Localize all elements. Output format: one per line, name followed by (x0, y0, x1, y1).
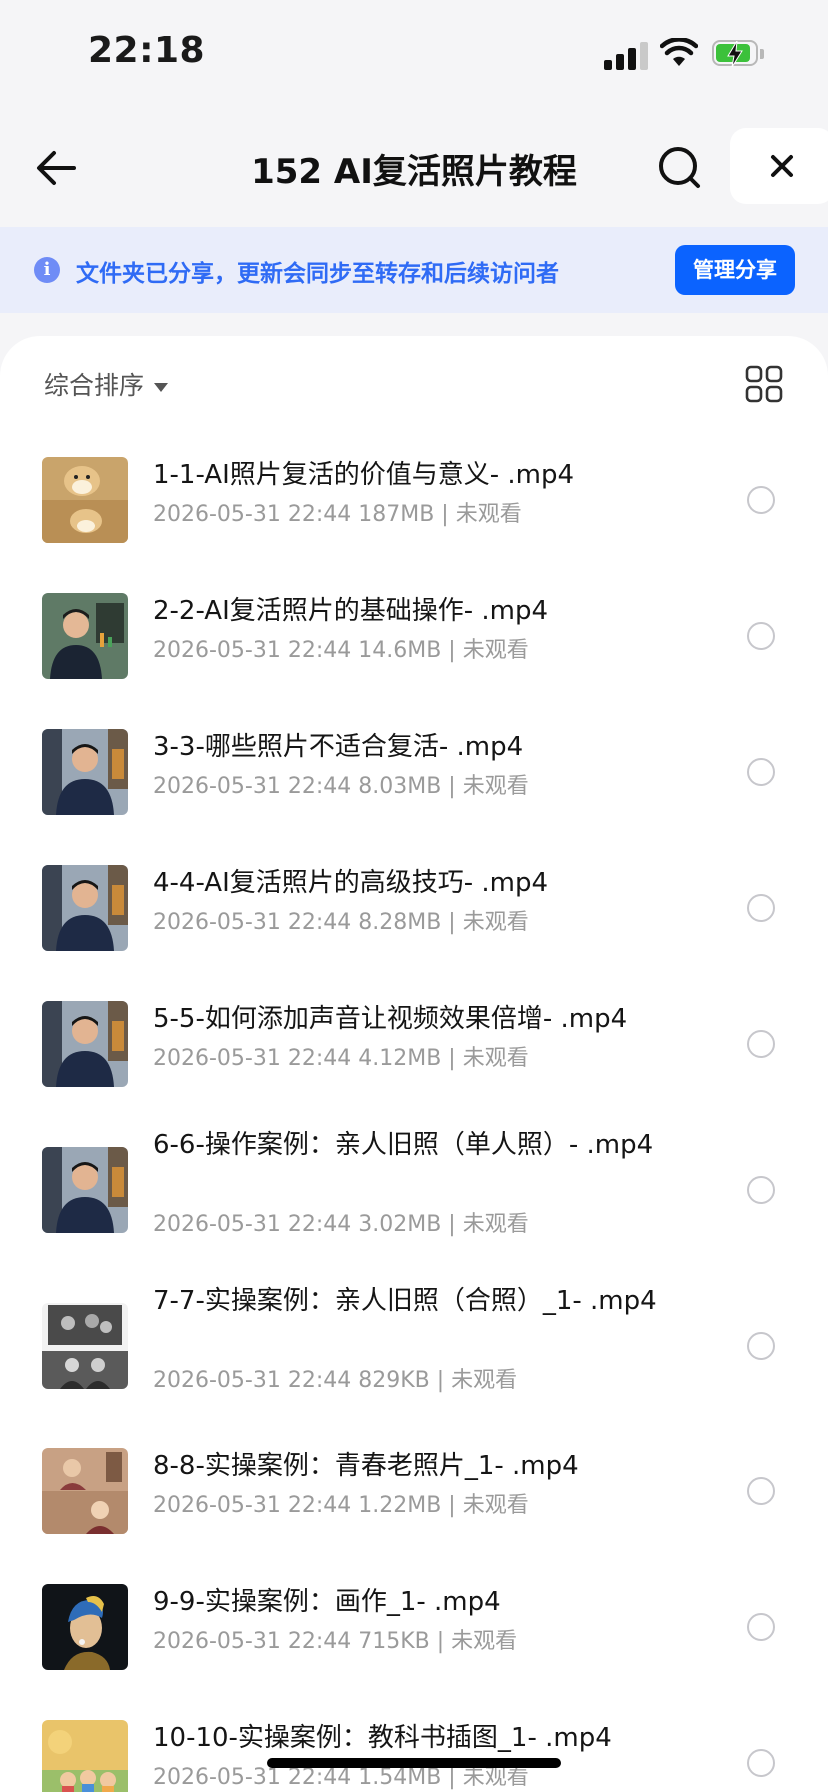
home-indicator (267, 1758, 561, 1768)
select-checkbox[interactable] (747, 758, 775, 786)
file-meta: 2026-05-31 22:44 4.12MB | 未观看 (153, 1046, 529, 1071)
select-checkbox[interactable] (747, 622, 775, 650)
file-row[interactable]: 8-8-实操案例：青春老照片_1- .mp4 2026-05-31 22:44 1… (0, 1423, 828, 1559)
file-row[interactable]: 4-4-AI复活照片的高级技巧- .mp4 2026-05-31 22:44 8.… (0, 840, 828, 976)
battery-charging-icon (712, 40, 764, 68)
search-button[interactable] (652, 140, 708, 196)
wifi-icon (660, 38, 698, 66)
caret-down-icon (154, 382, 169, 392)
file-name: 2-2-AI复活照片的基础操作- .mp4 (153, 596, 549, 626)
video-thumbnail (42, 1448, 128, 1534)
video-thumbnail (42, 1303, 128, 1389)
file-row[interactable]: 1-1-AI照片复活的价值与意义- .mp4 2026-05-31 22:44 1… (0, 432, 828, 568)
select-checkbox[interactable] (747, 1176, 775, 1204)
close-button[interactable] (730, 128, 828, 204)
back-arrow-icon (37, 151, 76, 185)
share-notice-text: 文件夹已分享，更新会同步至转存和后续访问者 (76, 261, 559, 287)
page-title: 152 AI复活照片教程 (251, 152, 577, 192)
file-row[interactable]: 10-10-实操案例：教科书插图_1- .mp4 2026-05-31 22:44… (0, 1695, 828, 1792)
file-row[interactable]: 9-9-实操案例：画作_1- .mp4 2026-05-31 22:44 715K… (0, 1559, 828, 1695)
video-thumbnail (42, 865, 128, 951)
file-name: 5-5-如何添加声音让视频效果倍增- .mp4 (153, 1004, 628, 1034)
info-icon: i (34, 257, 60, 283)
video-thumbnail (42, 1001, 128, 1087)
file-meta: 2026-05-31 22:44 3.02MB | 未观看 (153, 1212, 529, 1237)
video-thumbnail (42, 593, 128, 679)
select-checkbox[interactable] (747, 1613, 775, 1641)
nav-bar: 152 AI复活照片教程 (0, 110, 828, 226)
file-meta: 2026-05-31 22:44 1.22MB | 未观看 (153, 1493, 529, 1518)
grid-view-icon (745, 365, 783, 403)
file-meta: 2026-05-31 22:44 187MB | 未观看 (153, 502, 522, 527)
file-list-panel: 综合排序 1-1-AI照片复活的价值与意义- .mp4 2026-05-31 22… (0, 336, 828, 1792)
select-checkbox[interactable] (747, 1030, 775, 1058)
file-meta: 2026-05-31 22:44 829KB | 未观看 (153, 1368, 518, 1393)
close-icon (771, 155, 793, 177)
select-checkbox[interactable] (747, 894, 775, 922)
sort-label: 综合排序 (44, 371, 145, 400)
video-thumbnail (42, 1147, 128, 1233)
search-icon (659, 147, 700, 188)
select-checkbox[interactable] (747, 486, 775, 514)
video-thumbnail (42, 1584, 128, 1670)
status-bar: 22:18 (0, 0, 828, 110)
select-checkbox[interactable] (747, 1477, 775, 1505)
file-meta: 2026-05-31 22:44 715KB | 未观看 (153, 1629, 518, 1654)
file-meta: 2026-05-31 22:44 8.03MB | 未观看 (153, 774, 529, 799)
file-name: 9-9-实操案例：画作_1- .mp4 (153, 1587, 501, 1617)
manage-share-button[interactable]: 管理分享 (675, 245, 795, 295)
video-thumbnail (42, 729, 128, 815)
status-time: 22:18 (88, 30, 206, 71)
select-checkbox[interactable] (747, 1749, 775, 1777)
cellular-signal-icon (604, 40, 648, 70)
file-name: 6-6-操作案例：亲人旧照（单人照）- .mp4 (153, 1130, 654, 1160)
share-notice-banner: i 文件夹已分享，更新会同步至转存和后续访问者 管理分享 (0, 227, 828, 313)
video-thumbnail (42, 457, 128, 543)
sort-dropdown[interactable]: 综合排序 (44, 366, 169, 402)
file-name: 4-4-AI复活照片的高级技巧- .mp4 (153, 868, 549, 898)
file-meta: 2026-05-31 22:44 14.6MB | 未观看 (153, 638, 529, 663)
file-name: 7-7-实操案例：亲人旧照（合照）_1- .mp4 (153, 1286, 657, 1316)
file-name: 1-1-AI照片复活的价值与意义- .mp4 (153, 460, 575, 490)
file-row[interactable]: 7-7-实操案例：亲人旧照（合照）_1- .mp4 2026-05-31 22:4… (0, 1268, 828, 1424)
file-name: 8-8-实操案例：青春老照片_1- .mp4 (153, 1451, 579, 1481)
back-button[interactable] (30, 140, 86, 196)
file-meta: 2026-05-31 22:44 8.28MB | 未观看 (153, 910, 529, 935)
file-name: 10-10-实操案例：教科书插图_1- .mp4 (153, 1723, 612, 1753)
file-row[interactable]: 5-5-如何添加声音让视频效果倍增- .mp4 2026-05-31 22:44 … (0, 976, 828, 1112)
file-name: 3-3-哪些照片不适合复活- .mp4 (153, 732, 524, 762)
video-thumbnail (42, 1720, 128, 1792)
select-checkbox[interactable] (747, 1332, 775, 1360)
file-row[interactable]: 3-3-哪些照片不适合复活- .mp4 2026-05-31 22:44 8.03… (0, 704, 828, 840)
file-row[interactable]: 6-6-操作案例：亲人旧照（单人照）- .mp4 2026-05-31 22:44… (0, 1112, 828, 1268)
file-row[interactable]: 2-2-AI复活照片的基础操作- .mp4 2026-05-31 22:44 14… (0, 568, 828, 704)
grid-view-toggle[interactable] (744, 364, 784, 404)
